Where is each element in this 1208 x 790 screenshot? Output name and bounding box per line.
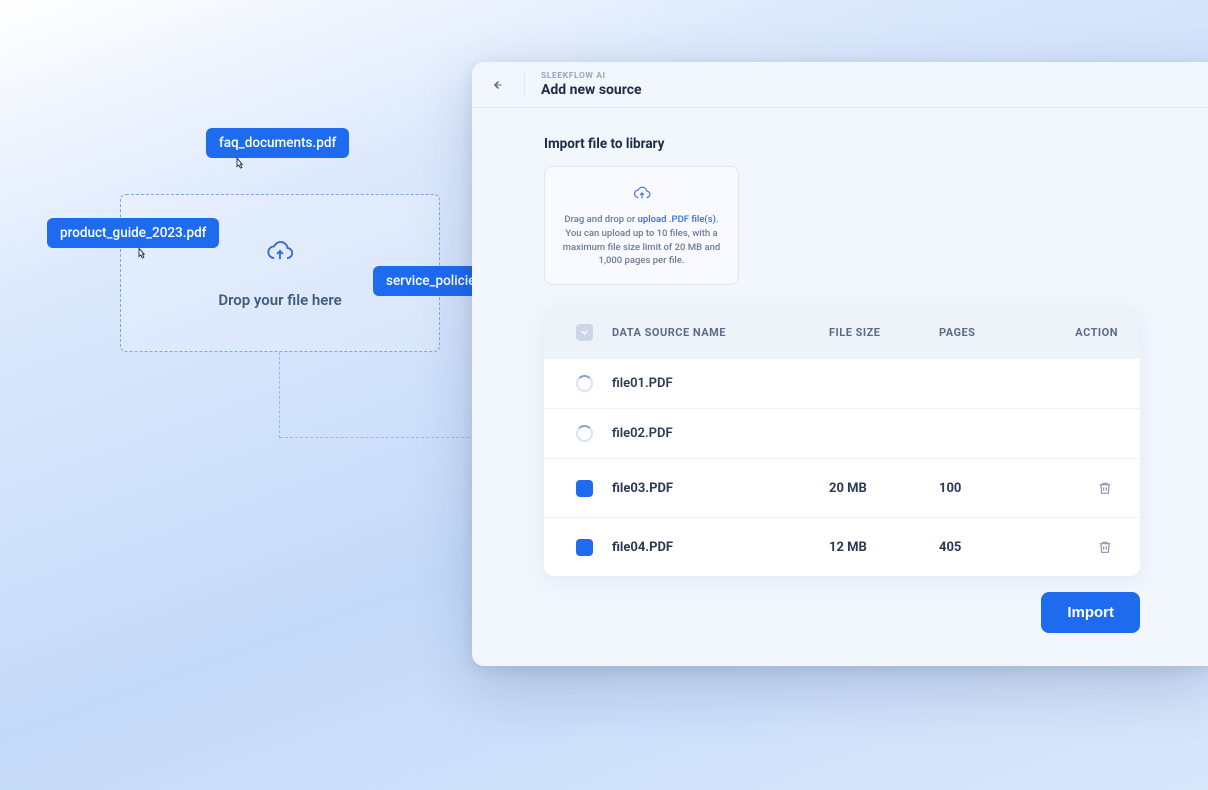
cell-name: file02.PDF [612, 426, 829, 441]
table-row: file02.PDF [544, 408, 1140, 458]
select-all-checkbox[interactable] [576, 324, 593, 341]
pointer-cursor-icon [231, 156, 249, 174]
import-button[interactable]: Import [1041, 592, 1140, 633]
col-name: DATA SOURCE NAME [612, 326, 829, 339]
connector-line [279, 352, 280, 438]
col-pages: PAGES [939, 326, 1034, 339]
upload-description: Drag and drop or upload .PDF file(s). Yo… [559, 213, 724, 268]
upload-cloud-icon [632, 183, 652, 203]
upload-cloud-icon [266, 237, 294, 269]
cell-size: 20 MB [829, 481, 939, 496]
back-button[interactable] [486, 73, 510, 97]
cell-name: file03.PDF [612, 481, 829, 496]
col-action: ACTION [1034, 326, 1124, 339]
page-title: Add new source [541, 82, 642, 98]
cell-size: 12 MB [829, 540, 939, 555]
loading-spinner-icon [576, 425, 593, 442]
upload-box[interactable]: Drag and drop or upload .PDF file(s). Yo… [544, 166, 739, 285]
upload-link[interactable]: upload .PDF file(s) [638, 214, 716, 225]
trash-icon [1097, 539, 1113, 555]
trash-icon [1097, 480, 1113, 496]
panel-header: SLEEKFLOW AI Add new source [472, 62, 1208, 108]
cell-name: file01.PDF [612, 376, 829, 391]
section-title: Import file to library [544, 136, 1140, 152]
delete-button[interactable] [1092, 534, 1118, 560]
file-chip[interactable]: product_guide_2023.pdf [47, 218, 219, 248]
header-eyebrow: SLEEKFLOW AI [541, 71, 642, 81]
add-source-panel: SLEEKFLOW AI Add new source Import file … [472, 62, 1208, 666]
row-checkbox[interactable] [576, 480, 593, 497]
cell-pages: 405 [939, 540, 1034, 555]
file-chip-label: faq_documents.pdf [219, 135, 336, 151]
table-row: file04.PDF 12 MB 405 [544, 517, 1140, 576]
cell-pages: 100 [939, 481, 1034, 496]
row-checkbox[interactable] [576, 539, 593, 556]
file-chip-label: product_guide_2023.pdf [60, 225, 206, 241]
file-chip[interactable]: faq_documents.pdf [206, 128, 349, 158]
pointer-cursor-icon [133, 246, 151, 264]
loading-spinner-icon [576, 375, 593, 392]
table-row: file03.PDF 20 MB 100 [544, 458, 1140, 517]
drop-zone-label: Drop your file here [218, 291, 341, 309]
col-size: FILE SIZE [829, 326, 939, 339]
delete-button[interactable] [1092, 475, 1118, 501]
table-head: DATA SOURCE NAME FILE SIZE PAGES ACTION [544, 307, 1140, 358]
files-table: DATA SOURCE NAME FILE SIZE PAGES ACTION … [544, 307, 1140, 576]
table-row: file01.PDF [544, 358, 1140, 408]
cell-name: file04.PDF [612, 540, 829, 555]
